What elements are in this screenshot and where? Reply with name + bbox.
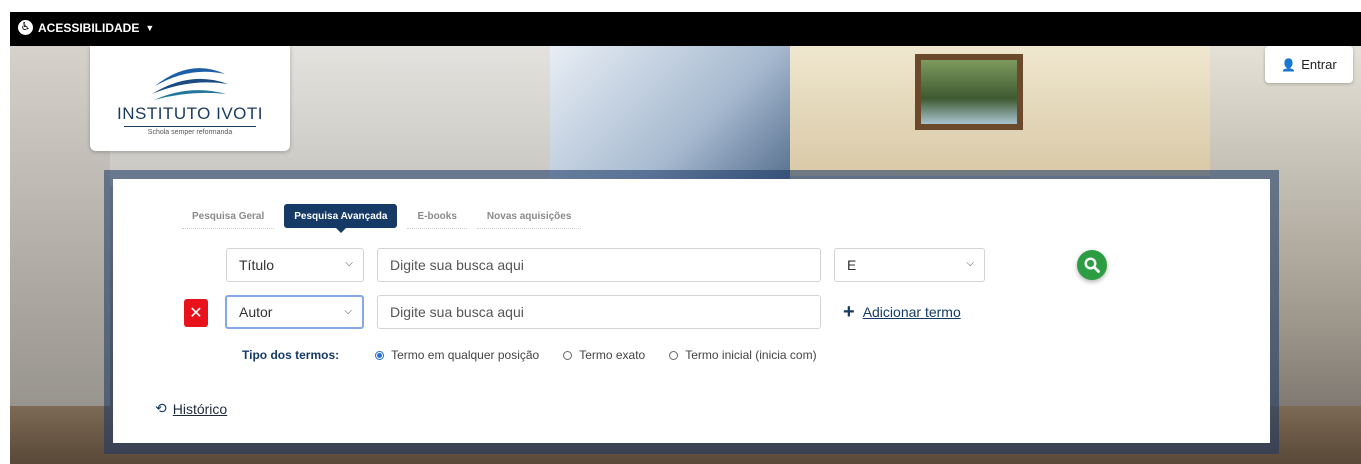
- chevron-down-icon: ⌵: [966, 258, 974, 269]
- field-select-row2[interactable]: Autor ⌵: [225, 295, 364, 329]
- chevron-down-icon: ▼: [145, 22, 155, 33]
- radio-dot[interactable]: [669, 350, 679, 360]
- institute-logo[interactable]: INSTITUTO IVOTI Schola semper reformanda: [90, 46, 290, 151]
- chevron-down-icon: ⌵: [344, 306, 352, 317]
- user-lock-icon: 👤: [1281, 57, 1297, 72]
- radio-exact-term[interactable]: Termo exato: [563, 348, 645, 362]
- radio-initial-term[interactable]: Termo inicial (inicia com): [669, 348, 817, 362]
- accessibility-menu[interactable]: ♿ ACESSIBILIDADE ▼: [18, 20, 154, 35]
- field-select-row1[interactable]: Título ⌵: [226, 248, 364, 282]
- operator-select[interactable]: E ⌵: [834, 248, 985, 282]
- tab-ebooks[interactable]: E-books: [407, 204, 467, 229]
- add-term-label: Adicionar termo: [862, 304, 961, 320]
- logo-title: INSTITUTO IVOTI: [116, 104, 264, 123]
- accessibility-bar: ♿ ACESSIBILIDADE ▼: [10, 12, 1361, 46]
- radio-label: Termo em qualquer posição: [391, 348, 540, 362]
- plus-icon: +: [843, 301, 855, 323]
- painting-image: [915, 54, 1023, 130]
- search-tabs: Pesquisa Geral Pesquisa Avançada E-books…: [182, 204, 582, 233]
- search-icon: [1084, 257, 1100, 273]
- search-input-row1[interactable]: [377, 248, 821, 282]
- history-link[interactable]: ⟲ Histórico: [155, 400, 227, 417]
- radio-label: Termo inicial (inicia com): [685, 348, 817, 362]
- search-input-row2[interactable]: [377, 295, 821, 329]
- remove-term-button[interactable]: ✕: [184, 299, 208, 327]
- accessibility-label: ACESSIBILIDADE: [38, 20, 140, 35]
- chevron-down-icon: ⌵: [345, 258, 353, 269]
- tab-advanced-search[interactable]: Pesquisa Avançada: [284, 204, 398, 233]
- accessibility-icon: ♿: [18, 20, 33, 35]
- login-label: Entrar: [1301, 57, 1337, 72]
- history-label: Histórico: [172, 400, 228, 417]
- radio-dot[interactable]: [375, 350, 385, 360]
- term-type-group: Tipo dos termos: Termo em qualquer posiç…: [242, 348, 841, 362]
- field-select-value: Título: [239, 257, 275, 273]
- add-term-button[interactable]: + Adicionar termo: [843, 302, 961, 322]
- tab-new-acquisitions[interactable]: Novas aquisições: [476, 204, 582, 229]
- search-button[interactable]: [1077, 250, 1107, 280]
- login-button[interactable]: 👤 Entrar: [1265, 46, 1353, 83]
- history-icon: ⟲: [155, 400, 167, 416]
- logo-mark-icon: [152, 68, 228, 100]
- tab-general-search[interactable]: Pesquisa Geral: [182, 204, 275, 229]
- close-icon: ✕: [189, 305, 203, 322]
- field-select-value: Autor: [239, 304, 273, 320]
- radio-dot[interactable]: [563, 350, 573, 360]
- radio-any-position[interactable]: Termo em qualquer posição: [375, 348, 539, 362]
- term-type-label: Tipo dos termos:: [242, 348, 340, 362]
- radio-label: Termo exato: [579, 348, 646, 362]
- operator-select-value: E: [847, 257, 857, 273]
- logo-subtitle: Schola semper reformanda: [147, 129, 233, 136]
